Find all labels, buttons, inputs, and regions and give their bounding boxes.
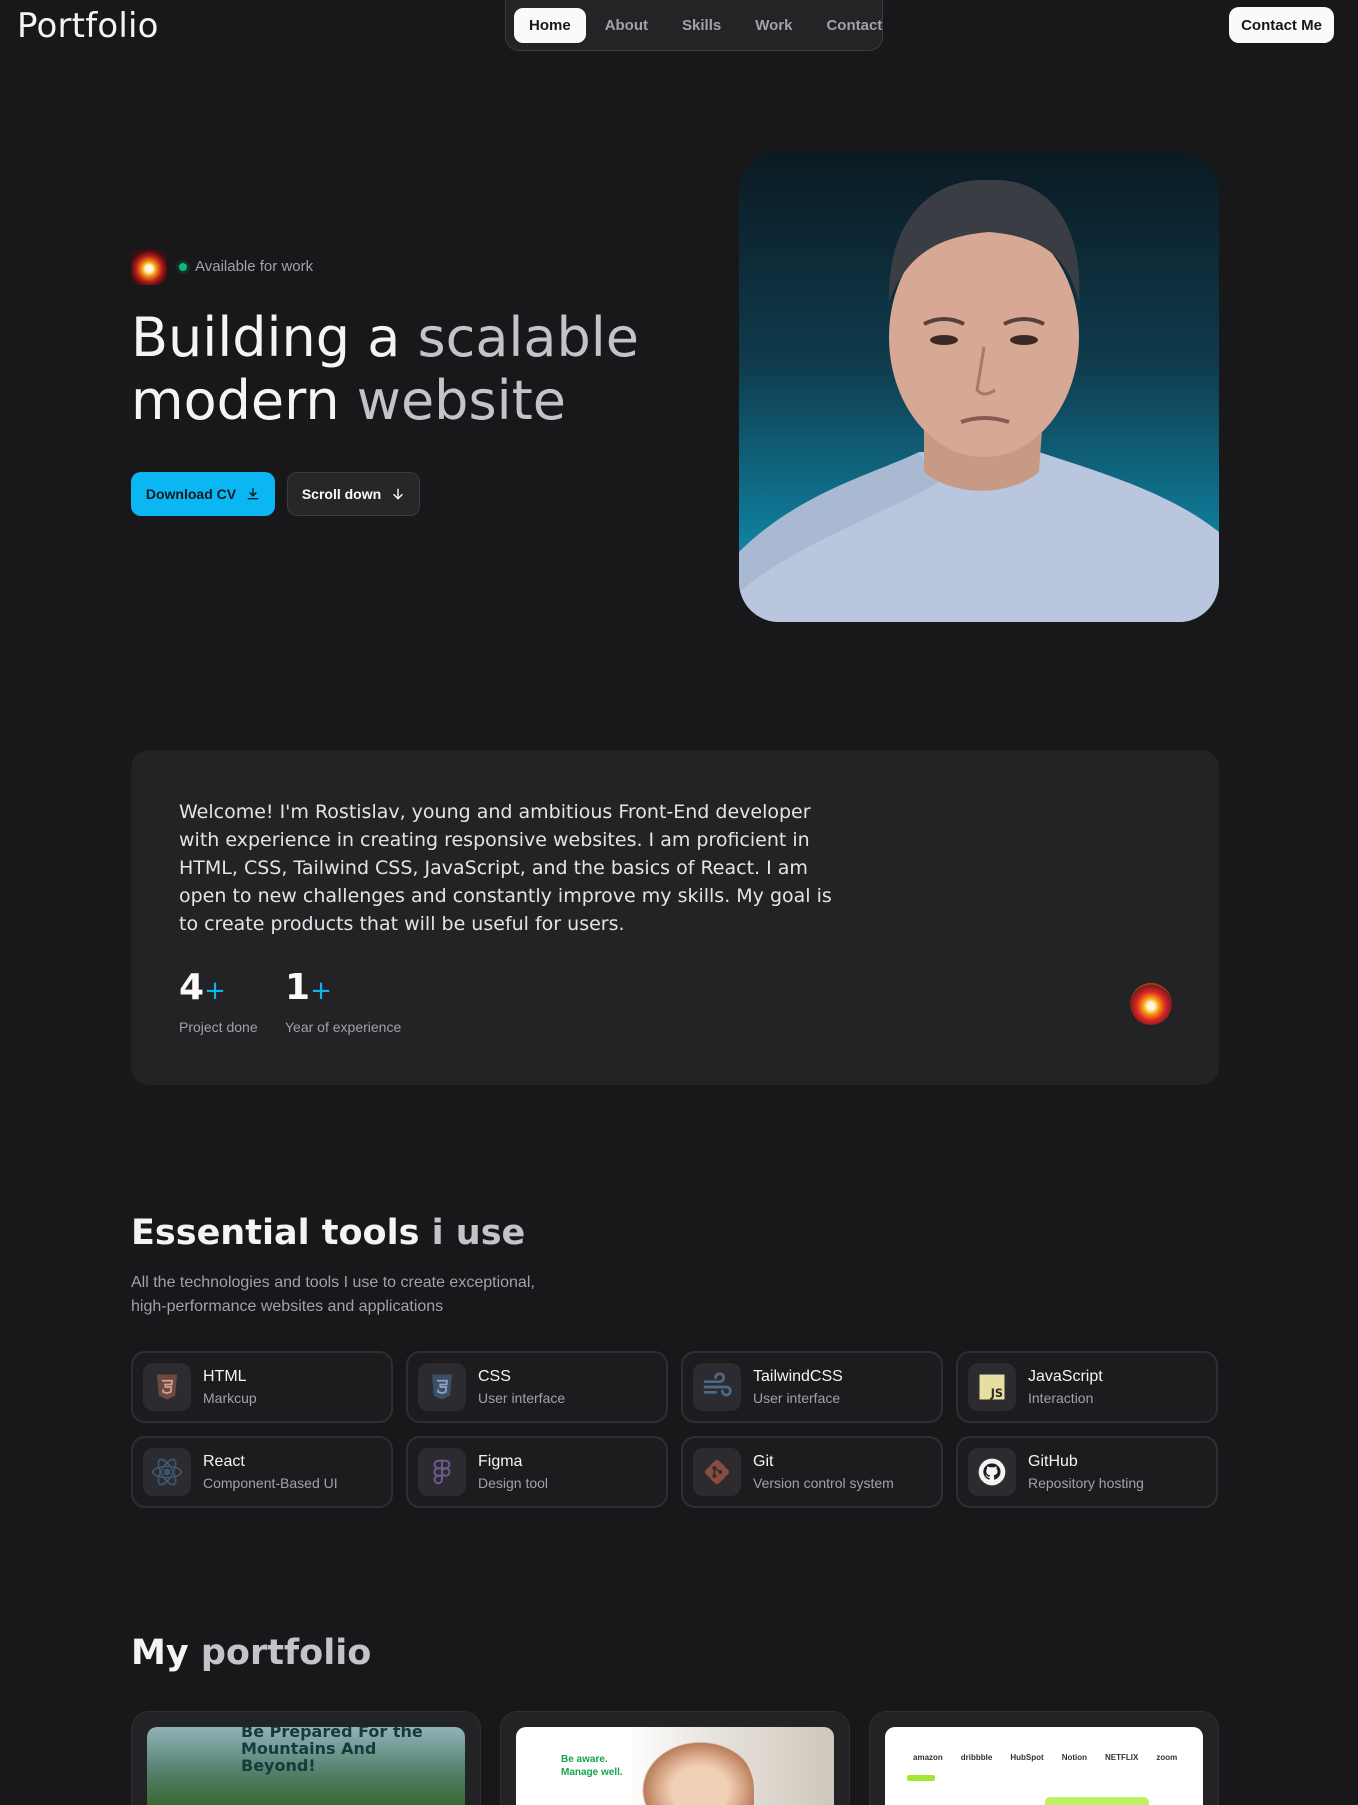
figma-icon — [433, 1459, 451, 1485]
tool-name: Figma — [478, 1453, 523, 1470]
tool-desc: User interface — [478, 1390, 566, 1406]
main-nav: Home About Skills Work Contact — [505, 0, 883, 51]
tool-card-html[interactable]: HTML Markcup — [131, 1351, 393, 1423]
arrow-down-icon — [393, 488, 403, 500]
tool-card-css[interactable]: CSS User interface — [406, 1351, 668, 1423]
tools-grid: HTML Markcup CSS User interface TailwindCS… — [131, 1351, 1219, 1508]
tool-name: JavaScript — [1028, 1368, 1103, 1385]
tool-name: HTML — [203, 1368, 247, 1385]
tool-name: TailwindCSS — [753, 1368, 843, 1385]
site-logo[interactable]: Portfolio — [17, 6, 159, 46]
tool-desc: Version control system — [753, 1475, 894, 1491]
headline-part-3: modern — [131, 369, 340, 432]
stat-value: 4+ — [179, 967, 226, 1008]
avatar — [131, 249, 167, 285]
hero-headline: Building a scalable modern website — [131, 306, 651, 432]
download-cv-label: Download CV — [145, 486, 237, 502]
project-thumbnail: Be aware. Manage well. — [516, 1727, 834, 1805]
nav-item-contact[interactable]: Contact — [811, 8, 897, 43]
tool-name: React — [203, 1453, 245, 1470]
svg-text:JS: JS — [990, 1387, 1003, 1400]
nav-item-home[interactable]: Home — [514, 7, 586, 43]
stat-label: Year of experience — [285, 1019, 402, 1035]
status-dot-icon — [179, 262, 187, 271]
tool-card-figma[interactable]: Figma Design tool — [406, 1436, 668, 1508]
tool-card-javascript[interactable]: JS JavaScript Interaction — [956, 1351, 1218, 1423]
tool-desc: Design tool — [478, 1475, 549, 1491]
partner-logos: amazon dribbble HubSpot Notion NETFLIX z… — [913, 1753, 1178, 1762]
headline-part-4: website — [356, 369, 566, 432]
tool-desc: User interface — [753, 1390, 841, 1406]
headline-part-1: Building a — [131, 306, 401, 369]
stat-label: Project done — [179, 1019, 258, 1035]
about-text: Welcome! I'm Rostislav, young and ambiti… — [179, 801, 832, 935]
tool-name: CSS — [478, 1368, 511, 1385]
github-icon — [978, 1458, 1006, 1486]
portfolio-card[interactable]: Be Prepared For the Mountains And Beyond… — [131, 1711, 481, 1805]
tool-card-react[interactable]: React Component-Based UI — [131, 1436, 393, 1508]
tools-title: Essential tools i use — [131, 1213, 526, 1253]
react-icon — [151, 1458, 183, 1486]
tool-name: Git — [753, 1453, 774, 1470]
headline-part-2: scalable — [417, 306, 640, 369]
availability-label: Available for work — [195, 258, 314, 275]
stat-experience: 1+ Year of experience — [285, 967, 402, 1036]
download-cv-button[interactable]: Download CV — [131, 472, 275, 516]
project-thumbnail: Be Prepared For the Mountains And Beyond… — [147, 1727, 465, 1805]
nav-item-skills[interactable]: Skills — [667, 8, 736, 43]
tool-desc: Repository hosting — [1028, 1475, 1144, 1491]
download-icon — [247, 488, 259, 500]
tool-card-github[interactable]: GitHub Repository hosting — [956, 1436, 1218, 1508]
scroll-down-button[interactable]: Scroll down — [287, 472, 420, 516]
portfolio-title: My portfolio — [131, 1633, 372, 1673]
stat-value: 1+ — [285, 967, 332, 1008]
availability-status: Available for work — [179, 258, 313, 275]
thumbnail-badge — [907, 1775, 935, 1781]
brand-emblem-icon — [1130, 983, 1172, 1025]
tool-desc: Component-Based UI — [203, 1475, 338, 1491]
nav-item-work[interactable]: Work — [740, 8, 807, 43]
git-icon — [704, 1459, 730, 1485]
contact-me-button[interactable]: Contact Me — [1229, 7, 1334, 43]
tool-name: GitHub — [1028, 1453, 1078, 1470]
scroll-down-label: Scroll down — [301, 486, 382, 502]
stat-projects: 4+ Project done — [179, 967, 258, 1036]
javascript-icon: JS — [979, 1374, 1005, 1400]
tool-desc: Interaction — [1028, 1390, 1094, 1406]
tailwind-icon — [703, 1372, 732, 1397]
thumbnail-photo — [634, 1735, 754, 1805]
profile-photo — [739, 152, 1219, 622]
about-card: Welcome! I'm Rostislav, young and ambiti… — [131, 750, 1219, 1085]
tool-card-tailwind[interactable]: TailwindCSS User interface — [681, 1351, 943, 1423]
portfolio-card[interactable]: amazon dribbble HubSpot Notion NETFLIX z… — [869, 1711, 1219, 1805]
thumbnail-heading: Be aware. Manage well. — [561, 1754, 623, 1778]
project-thumbnail: amazon dribbble HubSpot Notion NETFLIX z… — [885, 1727, 1203, 1805]
tool-desc: Markcup — [203, 1390, 257, 1406]
css3-icon — [432, 1374, 452, 1400]
portfolio-card[interactable]: Be aware. Manage well. — [500, 1711, 850, 1805]
thumbnail-button — [1045, 1797, 1149, 1805]
tool-card-git[interactable]: Git Version control system — [681, 1436, 943, 1508]
tools-subtitle: All the technologies and tools I use to … — [131, 1274, 535, 1315]
thumbnail-heading: Be Prepared For the Mountains And Beyond… — [241, 1727, 423, 1775]
nav-item-about[interactable]: About — [590, 8, 663, 43]
html5-icon — [157, 1374, 177, 1400]
